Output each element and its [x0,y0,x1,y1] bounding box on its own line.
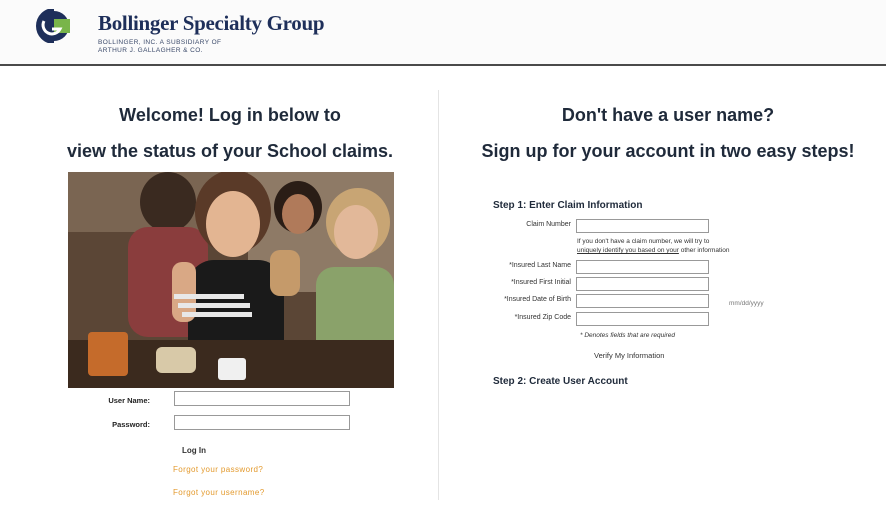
brand-name: Bollinger Specialty Group [98,11,325,35]
students-photo-art [68,172,394,388]
login-title-line1: Welcome! Log in below to [119,105,341,125]
brand-subtitle-line2: ARTHUR J. GALLAGHER & CO. [98,47,203,54]
brand-subtitle-line1: BOLLINGER, INC. A SUBSIDIARY OF [98,39,222,46]
hint-line1: If you don't have a claim number, we wil… [577,238,710,245]
username-input[interactable] [174,391,350,406]
dob-input[interactable] [576,294,709,308]
company-logo-icon [36,9,70,43]
first-initial-label: *Insured First Initial [511,279,571,286]
dob-label: *Insured Date of Birth [504,296,571,303]
claim-number-input[interactable] [576,219,709,233]
brand-subtitle: BOLLINGER, INC. A SUBSIDIARY OF ARTHUR J… [98,39,221,55]
last-name-label: *Insured Last Name [509,262,571,269]
header-divider [0,64,886,66]
required-fields-note: * Denotes fields that are required [580,332,676,339]
hint-line2-underlined: uniquely identify you based on your [577,247,679,254]
panel-divider [438,90,439,500]
password-label: Password: [112,420,150,429]
username-label: User Name: [108,396,150,405]
step1-heading: Step 1: Enter Claim Information [493,200,643,211]
signup-title-line2: Sign up for your account in two easy ste… [481,141,855,161]
hint-line2-rest: other information [678,247,730,254]
signup-title-line1: Don't have a user name? [561,105,775,125]
login-button[interactable]: Log In [182,446,206,455]
claim-number-hint: If you don't have a claim number, we wil… [577,237,817,255]
forgot-username-link[interactable]: Forgot your username? [173,488,265,497]
first-initial-input[interactable] [576,277,709,291]
zip-code-input[interactable] [576,312,709,326]
verify-information-button[interactable]: Verify My Information [594,351,664,360]
claim-number-label: Claim Number [526,221,571,228]
dob-format-hint: mm/dd/yyyy [729,300,764,307]
students-photo [68,172,394,388]
forgot-password-link[interactable]: Forgot your password? [173,465,263,474]
step2-heading: Step 2: Create User Account [493,376,628,387]
zip-code-label: *Insured Zip Code [514,314,571,321]
last-name-input[interactable] [576,260,709,274]
page-header: Bollinger Specialty Group BOLLINGER, INC… [0,0,886,66]
password-input[interactable] [174,415,350,430]
login-title-line2: view the status of your School claims. [66,141,394,161]
